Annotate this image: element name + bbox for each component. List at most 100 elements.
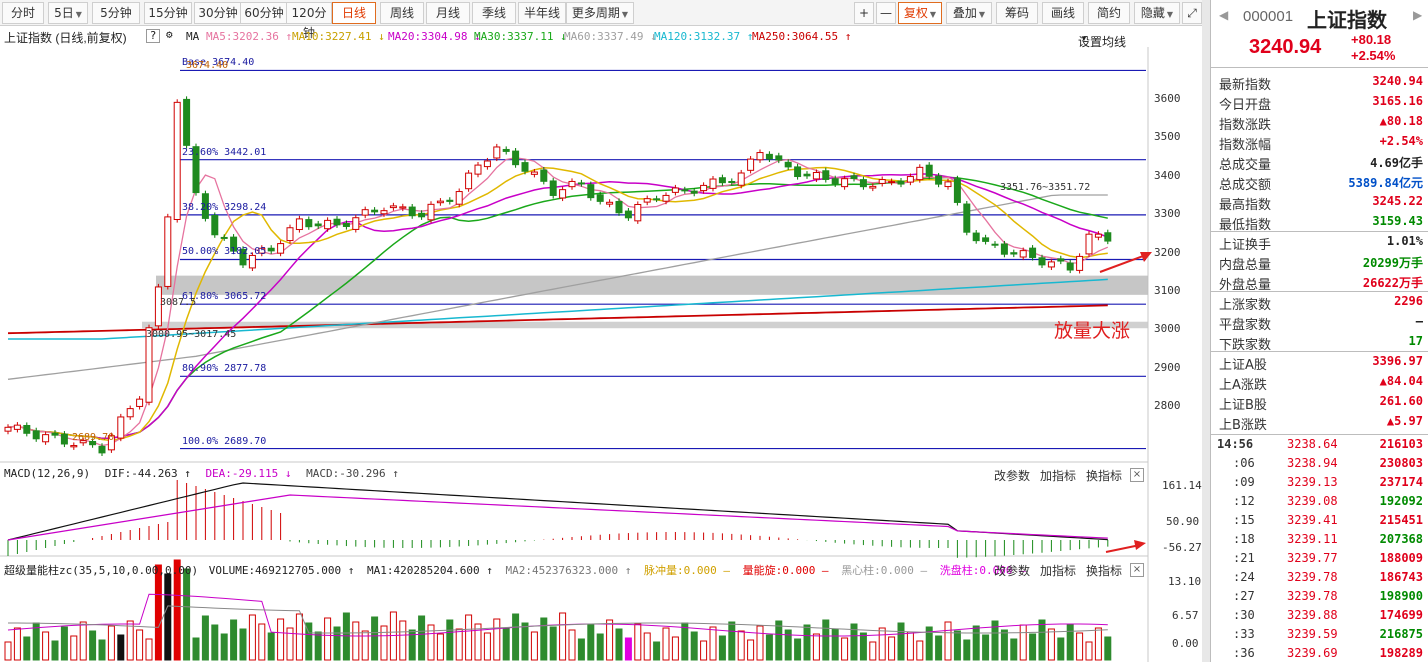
volume-bar [211, 624, 219, 661]
candle [944, 181, 952, 188]
quote-row: 外盘总量 26622万手 [1211, 272, 1428, 293]
tick-price: 3239.41 [1287, 513, 1338, 527]
candle [784, 161, 792, 168]
candle [577, 182, 585, 185]
volume-bar [201, 615, 209, 661]
macd-close-button[interactable]: × [1130, 468, 1144, 482]
quote-row: 上证换手 1.01% [1211, 232, 1428, 253]
candle [126, 408, 134, 418]
volume-bar [521, 622, 529, 661]
quote-value: 1.01% [1386, 234, 1423, 248]
volume-bar [512, 613, 520, 661]
volume-bar [728, 621, 736, 661]
volume-bar [352, 621, 360, 661]
tick-row: 14:56 3238.64 216103 [1211, 434, 1428, 454]
volume-bar [239, 628, 247, 661]
candle [822, 170, 830, 180]
candle [1010, 252, 1018, 255]
candle [408, 206, 416, 217]
volume-bar [248, 614, 256, 661]
candle [1076, 255, 1084, 271]
vol-close-button[interactable]: × [1130, 563, 1144, 577]
volume-bar [324, 617, 332, 661]
candle [474, 164, 482, 175]
candle [380, 210, 388, 215]
tick-row: :06 3238.94 230803 [1211, 453, 1428, 473]
macd-switch-indicator-button[interactable]: 换指标 [1086, 467, 1122, 484]
volume-bar [258, 623, 266, 661]
volume-bar [1094, 627, 1102, 661]
panel-splitter[interactable] [1202, 0, 1210, 662]
candle [653, 198, 661, 201]
volume-bar [436, 633, 444, 661]
candle [446, 199, 454, 202]
quote-key: 总成交额 [1219, 178, 1272, 193]
volume-bar [1047, 628, 1055, 661]
quote-key: 平盘家数 [1219, 318, 1272, 333]
quote-key: 总成交量 [1219, 158, 1272, 173]
vol-params-button[interactable]: 改参数 [994, 562, 1030, 579]
volume-bar [1066, 623, 1074, 661]
quote-row: 指数涨幅 +2.54% [1211, 132, 1428, 153]
annotation-arrow [1099, 254, 1147, 273]
range-3351-label: 3351.76~3351.72 [1000, 182, 1091, 193]
candle [324, 219, 332, 230]
quote-value: 261.60 [1379, 394, 1423, 408]
candle [211, 214, 219, 236]
volume-bar [220, 633, 228, 661]
vol-volume: VOLUME:469212705.000 ↑ [208, 564, 355, 577]
volume-bar [916, 640, 924, 661]
volume-bar [277, 618, 285, 661]
next-stock-icon[interactable]: ▶ [1413, 8, 1422, 22]
vol-add-indicator-button[interactable]: 加指标 [1040, 562, 1076, 579]
tick-row: :12 3239.08 192092 [1211, 491, 1428, 511]
quote-value: — [1415, 314, 1423, 328]
candle [164, 216, 172, 287]
volume-bar [559, 612, 567, 661]
quote-row: 上证B股 261.60 [1211, 392, 1428, 413]
volume-bar [89, 630, 97, 661]
tick-time: :15 [1233, 513, 1255, 527]
volume-bar [502, 627, 510, 661]
volume-bar [549, 626, 557, 661]
candle [991, 243, 999, 246]
quote-value: 4.69亿手 [1370, 156, 1423, 170]
quote-row: 总成交额 5389.84亿元 [1211, 172, 1428, 193]
tick-volume: 215451 [1379, 513, 1423, 527]
candle [737, 172, 745, 186]
macd-params-button[interactable]: 改参数 [994, 467, 1030, 484]
vol-switch-indicator-button[interactable]: 换指标 [1086, 562, 1122, 579]
volume-bar [1057, 637, 1065, 661]
candle [98, 445, 106, 454]
volume-bar [70, 635, 78, 661]
volume-bar [60, 626, 68, 661]
vol-axis-bottom: 0.00 [1172, 637, 1199, 650]
volume-bar [700, 640, 708, 661]
volume-bar [634, 623, 642, 661]
fib-label: 100.0% 2689.70 [182, 435, 267, 447]
quote-key: 上证B股 [1219, 398, 1267, 413]
stock-price: 3240.94 [1249, 36, 1322, 58]
prev-stock-icon[interactable]: ◀ [1219, 8, 1228, 22]
vol-axis-top: 13.10 [1168, 575, 1202, 588]
volume-bar [690, 631, 698, 661]
volume-bar [859, 632, 867, 661]
candle [521, 162, 529, 172]
macd-add-indicator-button[interactable]: 加指标 [1040, 467, 1076, 484]
tick-time: :27 [1233, 589, 1255, 603]
candle [436, 200, 444, 204]
vol-ma1: MA1:420285204.600 ↑ [367, 564, 493, 577]
tick-volume: 216875 [1379, 627, 1423, 641]
quote-row: 上A涨跌 ▲84.04 [1211, 372, 1428, 393]
macd-axis-top: 161.14 [1162, 479, 1202, 492]
quote-key: 内盘总量 [1219, 258, 1272, 273]
quote-value: ▲84.04 [1379, 374, 1423, 388]
candle [136, 398, 144, 407]
volume-bar [333, 626, 341, 661]
stock-chart-app: 分时 5日 ▼ 5分钟 15分钟 30分钟 60分钟 120分钟 日线 周线 月线… [0, 0, 1428, 662]
quote-key: 指数涨幅 [1219, 138, 1272, 153]
candle [925, 164, 933, 177]
candle [1000, 243, 1008, 255]
fib-label: 50.00% 3182.05 [182, 246, 267, 258]
quote-value: 5389.84亿元 [1348, 176, 1423, 190]
